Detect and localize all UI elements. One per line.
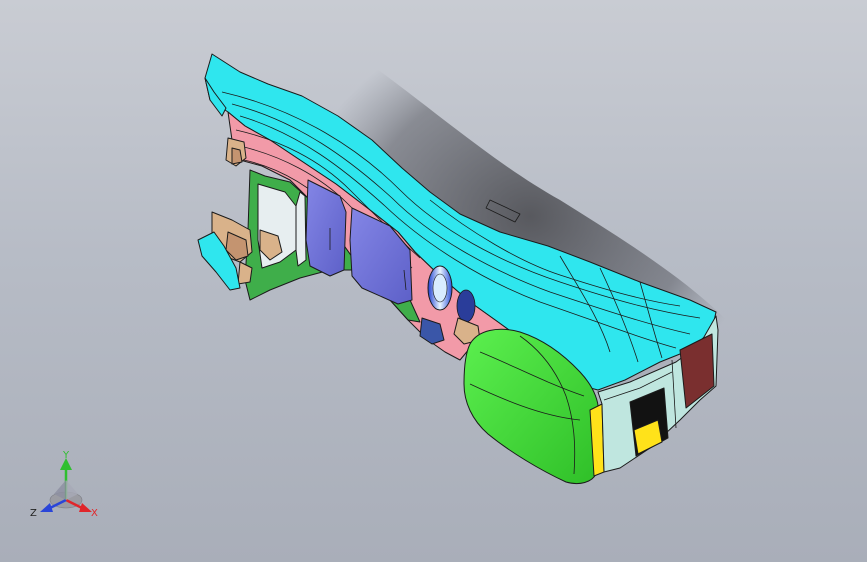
z-axis-arrow <box>40 503 53 512</box>
axis-triad[interactable]: Y X Z <box>30 450 98 519</box>
x-axis-label: X <box>91 508 98 519</box>
y-axis-label: Y <box>62 450 70 461</box>
model-canvas[interactable]: Y X Z <box>0 0 867 562</box>
bracket-cluster-upper <box>225 137 247 167</box>
cad-viewport[interactable]: Y X Z <box>0 0 867 562</box>
frame-opening-mid <box>295 191 307 267</box>
z-axis-label: Z <box>30 508 37 519</box>
